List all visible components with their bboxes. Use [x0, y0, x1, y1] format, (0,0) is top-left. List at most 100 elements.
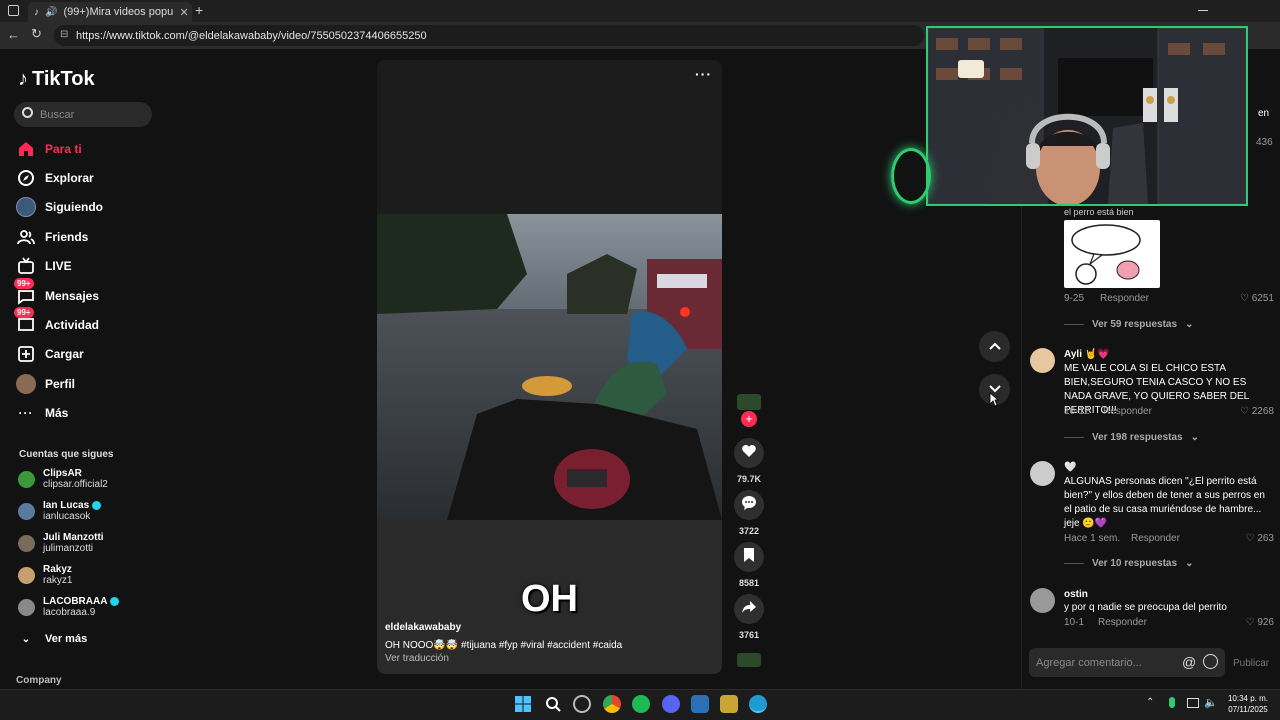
network-icon[interactable] [1187, 698, 1199, 708]
emoji-icon[interactable] [1203, 654, 1218, 669]
back-icon[interactable]: ← [7, 27, 20, 42]
more-options-icon[interactable]: ··· [695, 66, 712, 82]
account-name: Ian Lucas [43, 500, 102, 511]
comments-button[interactable] [734, 490, 764, 520]
video-overlay-text: OH [521, 578, 578, 620]
avatar[interactable] [1030, 348, 1055, 373]
site-info-icon[interactable]: ⊟ [60, 29, 68, 40]
comment-input[interactable]: Agregar comentario... @ [1029, 648, 1225, 677]
spotify-icon[interactable] [632, 695, 650, 713]
search-input[interactable]: Buscar [14, 102, 152, 127]
followed-account[interactable]: Ian Lucas ianlucasok [18, 498, 158, 524]
logo-text: TikTok [32, 68, 95, 90]
view-replies-label: Ver 10 respuestas [1092, 558, 1178, 569]
see-more-button[interactable]: ⌄ Ver más [16, 628, 156, 650]
video-username[interactable]: eldelakawababy [385, 622, 461, 633]
avatar [18, 534, 35, 552]
nav-explorar[interactable]: Explorar [16, 167, 156, 189]
chrome-icon[interactable] [603, 695, 621, 713]
comment-likes[interactable]: ♡ 263 [1232, 533, 1274, 544]
account-name: Rakyz [43, 564, 72, 575]
reply-button[interactable]: Responder [1098, 617, 1147, 628]
tiktok-note-icon: ♪ [18, 68, 28, 90]
edge-icon[interactable] [749, 695, 767, 713]
chevron-up-icon [988, 338, 1002, 356]
refresh-icon[interactable]: ↻ [31, 26, 42, 42]
microphone-icon[interactable] [1169, 697, 1175, 708]
save-button[interactable] [734, 542, 764, 572]
volume-icon[interactable]: 🔈 [1204, 696, 1218, 709]
files-icon[interactable] [720, 695, 738, 713]
activity-icon: 99+ [14, 307, 36, 335]
reply-button[interactable]: Responder [1131, 533, 1180, 544]
company-link[interactable]: Company [16, 675, 62, 686]
messages-badge: 99+ [14, 278, 34, 289]
creator-avatar[interactable] [737, 394, 761, 410]
nav-actividad[interactable]: 99+ Actividad [14, 307, 156, 336]
comment-likes[interactable]: ♡ 926 [1232, 617, 1274, 628]
followed-account[interactable]: Juli Manzotti julimanzotti [18, 530, 158, 556]
account-name: ClipsAR [43, 468, 82, 479]
comment-text: y por q nadie se preocupa del perrito [1064, 602, 1227, 613]
nav-siguiendo[interactable]: Siguiendo [16, 196, 156, 218]
tiktok-logo[interactable]: ♪ TikTok [18, 68, 95, 91]
mention-icon[interactable]: @ [1182, 654, 1196, 670]
post-button[interactable]: Publicar [1233, 658, 1269, 669]
nav-cargar[interactable]: Cargar [16, 343, 156, 365]
stream-overlay-ring [891, 148, 931, 204]
comment-author[interactable]: 🤍 [1064, 462, 1076, 473]
app-icon[interactable] [573, 695, 591, 713]
browser-tab[interactable]: ♪ 🔊 (99+)Mira videos populares ✕ [28, 2, 192, 22]
nav-mas[interactable]: ··· Más [16, 402, 156, 424]
notepad-icon[interactable] [691, 695, 709, 713]
like-button[interactable] [734, 438, 764, 468]
comment-author[interactable]: Ayli 🤘💗 [1064, 349, 1110, 360]
view-replies-button[interactable]: Ver 10 respuestas ⌄ [1064, 558, 1193, 569]
translate-link[interactable]: Ver traducción [385, 653, 449, 664]
video-player[interactable]: ··· OH eldelakawababy OH NOOO🤯🤯 #tijuana… [377, 60, 722, 674]
nav-friends[interactable]: Friends [16, 226, 156, 248]
follow-plus-icon[interactable]: + [741, 411, 757, 427]
followed-account[interactable]: Rakyz rakyz1 [18, 562, 158, 588]
home-icon [16, 139, 36, 159]
avatar [18, 502, 35, 520]
nav-label: Más [45, 406, 69, 420]
followed-account[interactable]: ClipsAR clipsar.official2 [18, 466, 158, 492]
view-replies-label: Ver 198 respuestas [1092, 432, 1183, 443]
new-tab-icon[interactable]: + [195, 2, 203, 18]
windows-start-icon[interactable] [514, 695, 532, 713]
reply-button[interactable]: Responder [1100, 293, 1149, 304]
sound-disc-icon[interactable] [737, 653, 761, 667]
discord-icon[interactable] [662, 695, 680, 713]
nav-label: Para ti [45, 142, 82, 156]
system-clock[interactable]: 10:34 p. m. 07/11/2025 [1220, 693, 1276, 715]
nav-perfil[interactable]: Perfil [16, 373, 156, 395]
reply-button[interactable]: Responder [1103, 406, 1152, 417]
following-section-title: Cuentas que sigues [19, 449, 114, 460]
previous-video-button[interactable] [979, 331, 1010, 362]
minimize-icon[interactable] [1198, 10, 1208, 11]
share-button[interactable] [734, 594, 764, 624]
nav-mensajes[interactable]: 99+ Mensajes [14, 278, 156, 307]
nav-live[interactable]: LIVE [16, 255, 156, 277]
search-icon[interactable] [544, 695, 562, 713]
view-replies-button[interactable]: Ver 59 respuestas ⌄ [1064, 319, 1193, 330]
close-tab-icon[interactable]: ✕ [179, 6, 188, 19]
audio-icon[interactable]: 🔊 [45, 7, 57, 18]
following-avatar-icon [16, 197, 36, 217]
comment-author[interactable]: ostin [1064, 589, 1088, 600]
avatar[interactable] [1030, 588, 1055, 613]
avatar[interactable] [1030, 461, 1055, 486]
view-replies-button[interactable]: Ver 198 respuestas ⌄ [1064, 432, 1199, 443]
search-icon [22, 107, 33, 118]
show-hidden-icons-chevron[interactable]: ⌃ [1146, 697, 1154, 708]
sidebar-toggle-icon[interactable] [8, 5, 19, 16]
comment-likes-count: 2268 [1251, 406, 1274, 417]
chevron-down-icon: ⌄ [21, 633, 31, 645]
comment-likes[interactable]: ♡ 2268 [1232, 406, 1274, 417]
comment-likes[interactable]: ♡ 6251 [1232, 293, 1274, 304]
comment-date: Hace 1 sem. [1064, 533, 1121, 544]
followed-account[interactable]: LACOBRAAA lacobraaa.9 [18, 594, 158, 620]
nav-para-ti[interactable]: Para ti [16, 138, 156, 160]
url-field[interactable]: ⊟ https://www.tiktok.com/@eldelakawababy… [54, 25, 924, 46]
